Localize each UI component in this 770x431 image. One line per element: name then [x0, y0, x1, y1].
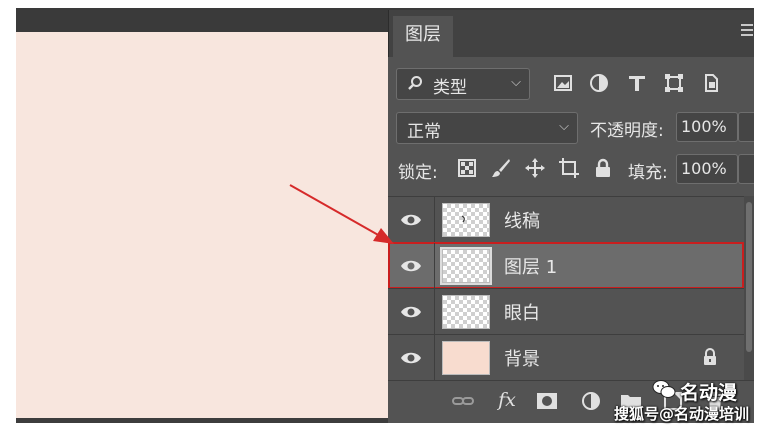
wechat-logo-icon [652, 380, 676, 398]
watermark-source: 搜狐号@名动漫培训 [614, 405, 750, 423]
watermark-brand: 名动漫 [680, 382, 738, 404]
red-pointer-arrow [289, 184, 394, 244]
